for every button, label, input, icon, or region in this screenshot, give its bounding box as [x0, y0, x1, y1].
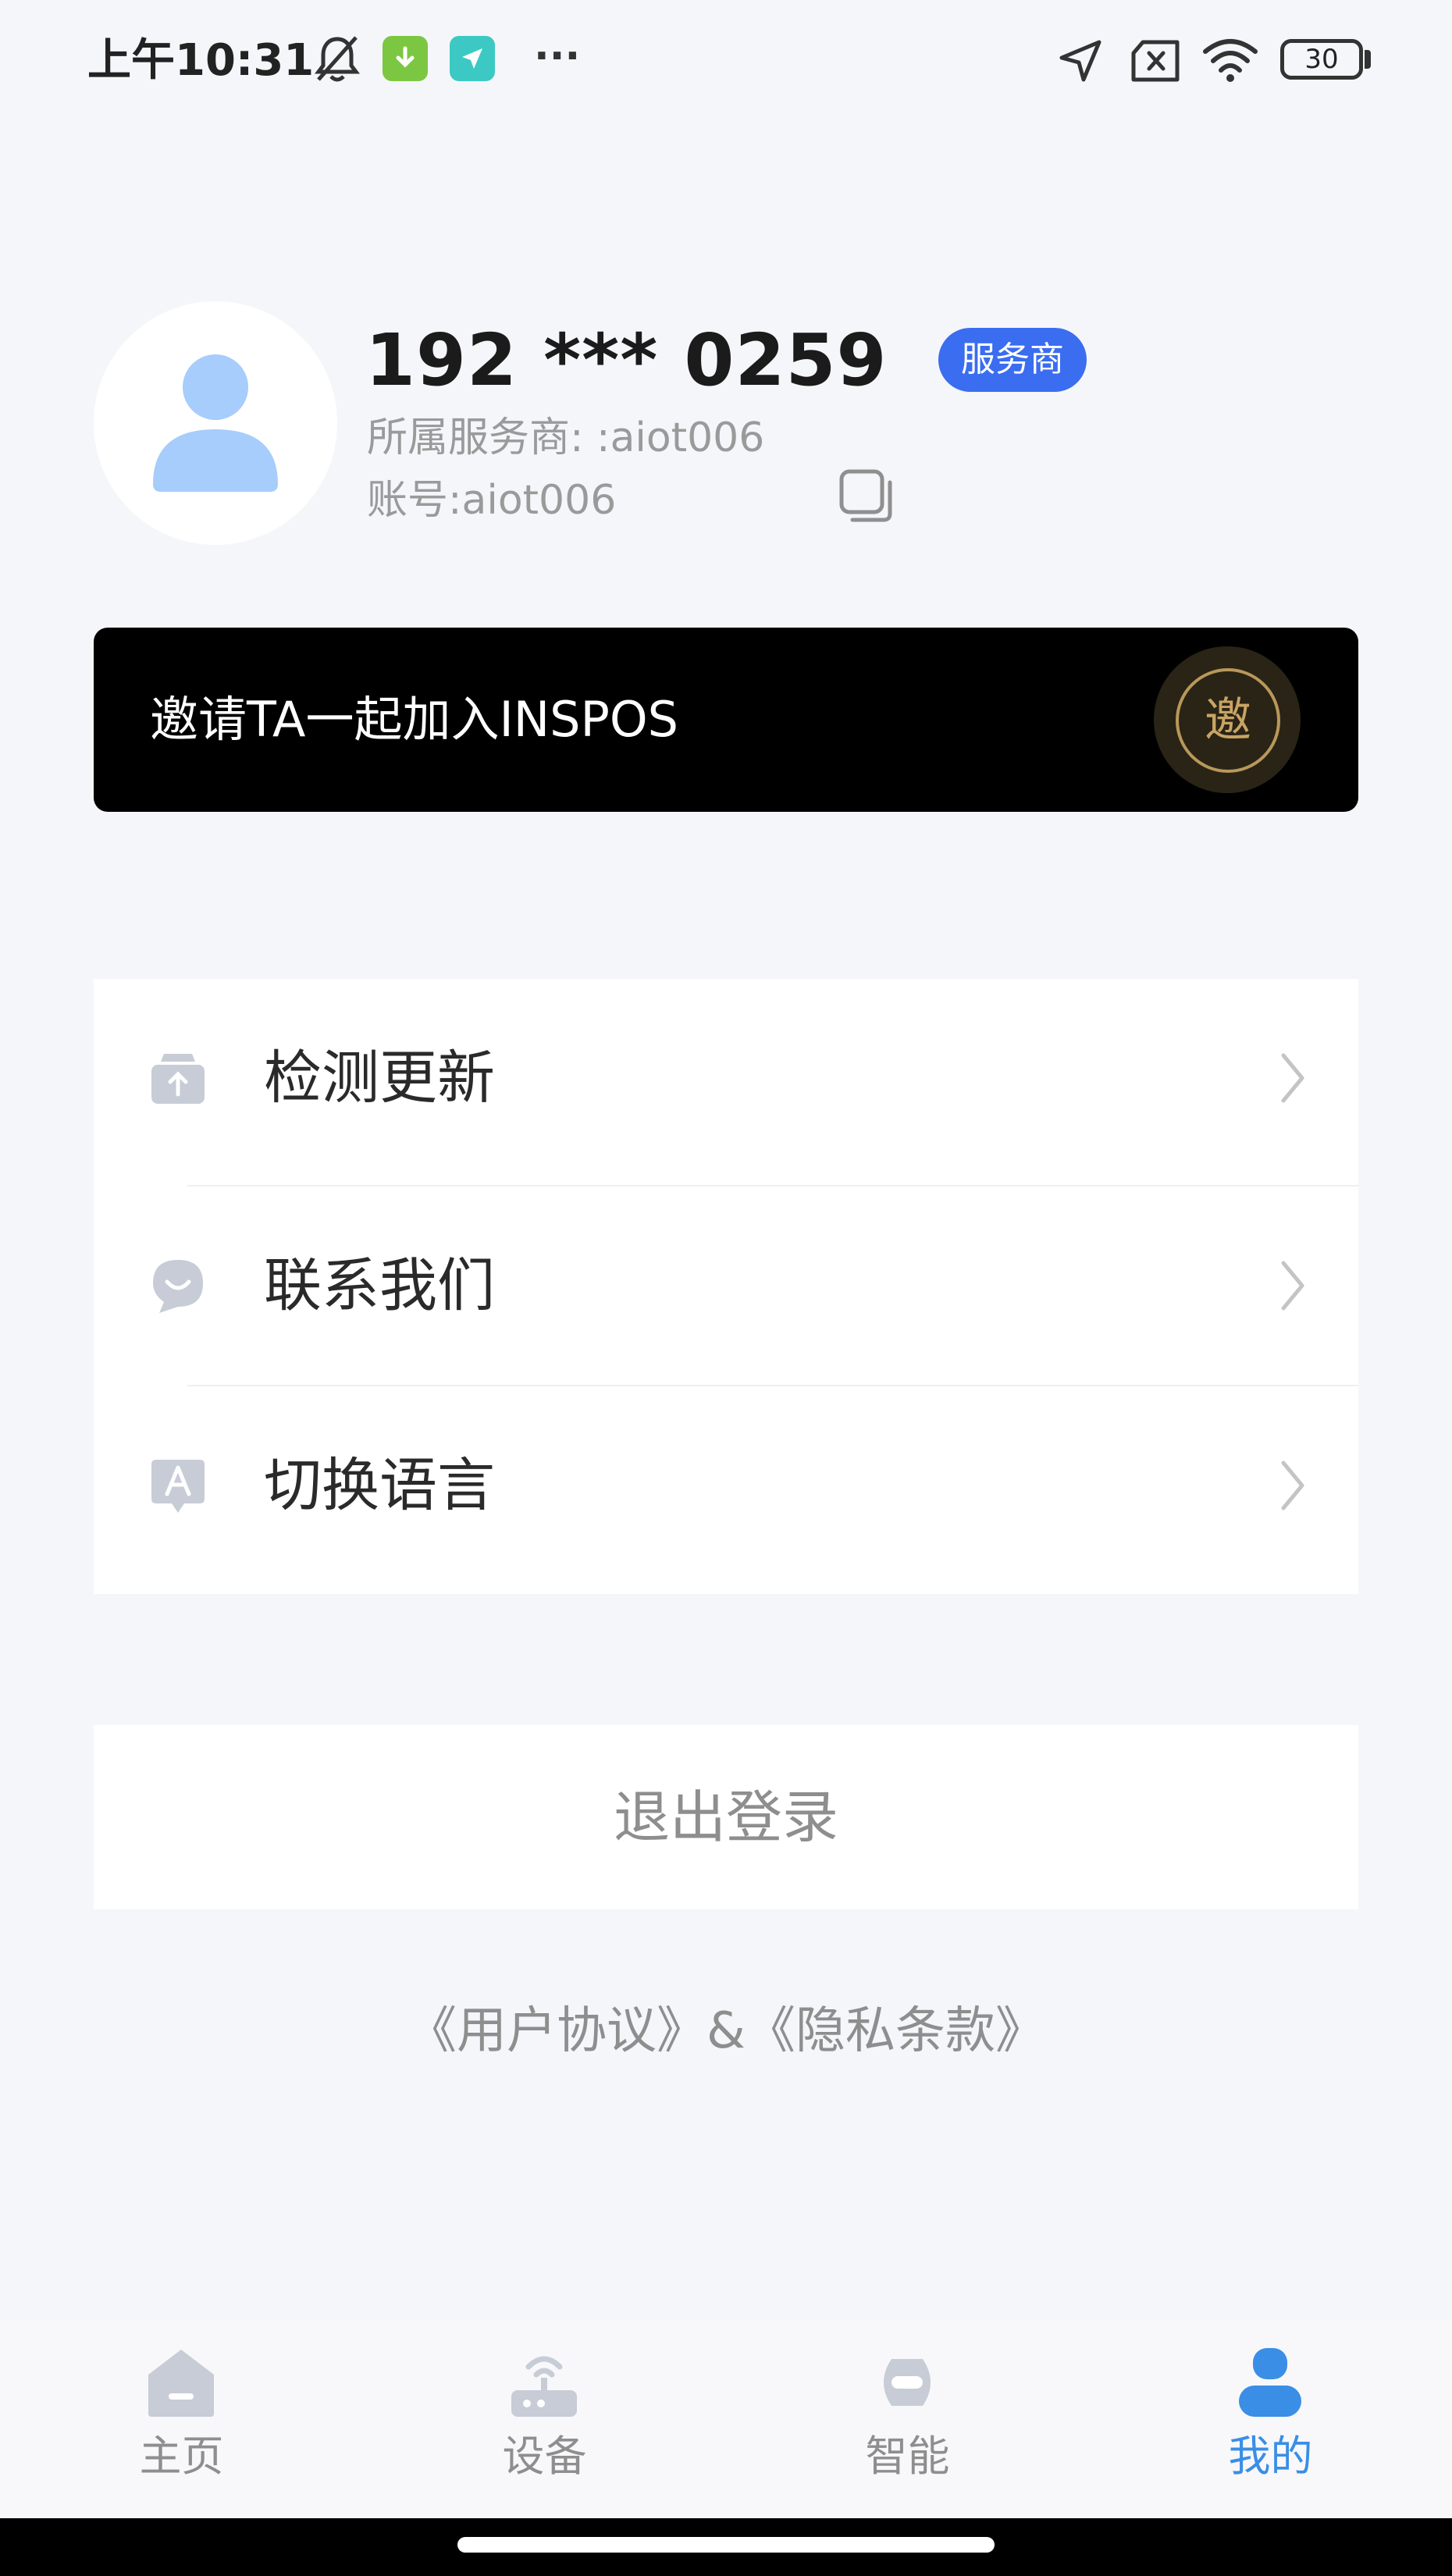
no-sim-icon	[1131, 40, 1180, 82]
menu-label-contact-us: 联系我们	[264, 1252, 495, 1319]
battery-icon: 30	[1280, 39, 1363, 80]
chat-bubble-icon	[153, 1260, 203, 1313]
battery-cap	[1365, 50, 1371, 69]
wifi-icon	[1203, 39, 1258, 82]
chevron-right-icon	[1281, 1053, 1304, 1103]
tab-home-label: 主页	[139, 2432, 224, 2481]
tab-home[interactable]: 主页	[0, 2320, 363, 2518]
tab-mine[interactable]: 我的	[1089, 2320, 1452, 2518]
muted-bell-icon	[315, 36, 360, 82]
chevron-right-icon	[1281, 1261, 1304, 1311]
invite-seal-icon: 邀	[1154, 646, 1301, 793]
logout-button[interactable]: 退出登录	[94, 1725, 1358, 1909]
home-icon	[148, 2350, 214, 2417]
upload-box-icon	[151, 1054, 205, 1104]
logout-label: 退出登录	[613, 1784, 838, 1850]
invite-seal-text: 邀	[1176, 668, 1280, 773]
tab-devices[interactable]: 设备	[363, 2320, 726, 2518]
status-bar: 上午10:31 ··· 30	[0, 0, 1452, 125]
send-app-icon	[450, 36, 495, 81]
account-label: 账号:aiot006	[367, 477, 617, 524]
location-icon	[1059, 40, 1101, 82]
user-avatar-icon	[153, 354, 278, 492]
settings-menu: 检测更新 联系我们 切换语言	[94, 979, 1358, 1594]
invite-text: 邀请TA一起加入INSPOS	[150, 691, 679, 748]
avatar[interactable]	[94, 301, 337, 545]
menu-item-check-update[interactable]: 检测更新	[94, 979, 1358, 1177]
menu-item-contact-us[interactable]: 联系我们	[94, 1187, 1358, 1385]
menu-label-check-update: 检测更新	[264, 1044, 495, 1112]
legal-links[interactable]: 《用户协议》&《隐私条款》	[0, 1992, 1452, 2070]
tab-smart[interactable]: 智能	[726, 2320, 1089, 2518]
bottom-nav: 主页 设备 智能 我的	[0, 2320, 1452, 2518]
menu-item-switch-language[interactable]: 切换语言	[94, 1386, 1358, 1585]
provider-label: 所属服务商: :aiot006	[367, 415, 765, 461]
status-time: 上午10:31	[87, 35, 315, 86]
home-indicator[interactable]	[457, 2537, 995, 2553]
copy-icon[interactable]	[835, 465, 898, 528]
gesture-bar-area	[0, 2518, 1452, 2576]
robot-icon	[884, 2359, 931, 2406]
tab-mine-label: 我的	[1228, 2432, 1313, 2481]
router-icon	[511, 2356, 577, 2417]
download-app-icon	[383, 36, 428, 81]
language-icon	[151, 1460, 205, 1513]
menu-label-switch-language: 切换语言	[264, 1452, 495, 1519]
invite-banner[interactable]: 邀请TA一起加入INSPOS 邀	[94, 628, 1358, 812]
person-icon	[1239, 2348, 1301, 2417]
tab-smart-label: 智能	[865, 2432, 950, 2481]
battery-level-text: 30	[1304, 44, 1339, 75]
more-notifications-icon: ···	[534, 33, 581, 80]
role-badge: 服务商	[938, 328, 1087, 392]
profile-phone: 192 *** 0259	[365, 318, 888, 402]
chevron-right-icon	[1281, 1461, 1304, 1510]
tab-devices-label: 设备	[502, 2432, 587, 2481]
